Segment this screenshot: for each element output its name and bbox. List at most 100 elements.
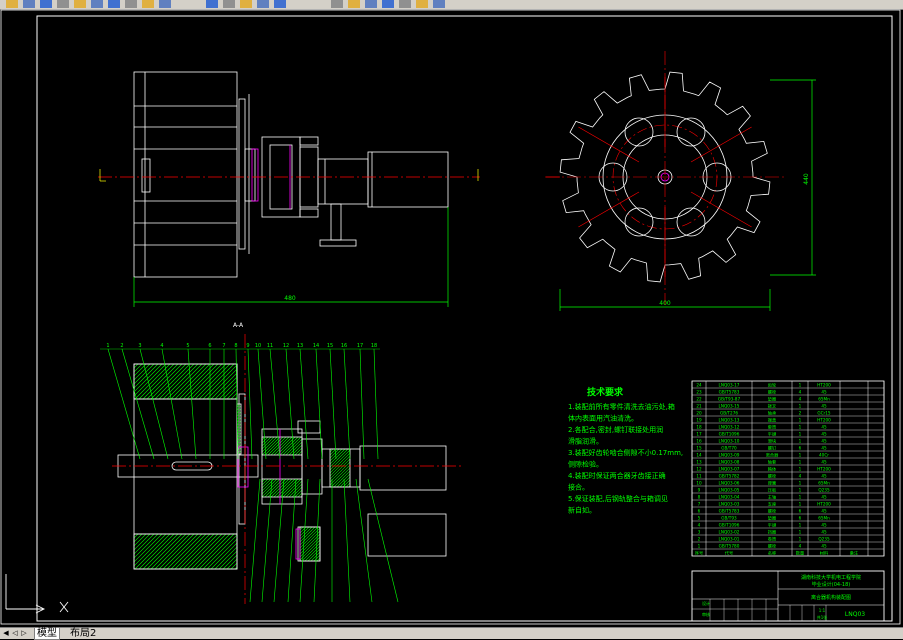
title-block: 湖南科技大学机电工程学院毕业设计(04-18) 离合器机构装配图 LNQ03 1:1共… <box>691 570 885 622</box>
tech-line: 滑脂润滑。 <box>568 437 603 446</box>
pan-icon[interactable] <box>223 0 235 8</box>
bom-cell: 滑块 <box>768 438 777 445</box>
redo-icon[interactable] <box>206 0 218 8</box>
bom-cell: 45 <box>821 523 827 528</box>
bom-cell: 45 <box>821 530 827 535</box>
bom-cell: 垫圈 <box>768 515 776 522</box>
bom-table: 24 LNQ03-17 齿轮 1 HT20023 GB/T5783 螺栓 4 4522 GB/T9… <box>691 380 885 557</box>
bom-cell: 卷筒 <box>768 536 776 543</box>
bom-cell: 1 <box>799 439 802 444</box>
leader-line <box>261 478 273 603</box>
design-center-icon[interactable] <box>348 0 360 8</box>
bom-cell: LNQ03-13 <box>719 418 740 423</box>
bom-cell: 9 <box>698 488 701 493</box>
inner-frame <box>36 15 893 622</box>
leader-line <box>161 348 183 460</box>
bom-cell: 1 <box>799 418 802 423</box>
bom-cell: 24 <box>696 383 702 388</box>
print-icon[interactable] <box>57 0 69 8</box>
sheet-set-icon[interactable] <box>382 0 394 8</box>
bom-cell: LNQ03-06 <box>719 481 740 486</box>
bom-cell: LNQ03-09 <box>719 453 740 458</box>
undo-icon[interactable] <box>159 0 171 8</box>
tab-first-icon[interactable]: ◀ <box>2 629 10 638</box>
tech-line: 4.装配时保证两合器牙齿接正确 <box>568 471 666 480</box>
bom-cell: 2 <box>698 537 701 542</box>
help-icon[interactable] <box>433 0 445 8</box>
balloon-number: 15 <box>327 343 333 349</box>
bom-cell: 4 <box>698 523 701 528</box>
drawing-canvas[interactable]: 480 400 440 A-A 1 2 3 4 5 6 7 8 9 10 11 12 13 1 <box>0 9 903 627</box>
bom-cell: LNQ03-07 <box>719 467 740 472</box>
bom-cell: 离合器 <box>766 452 779 459</box>
bom-cell: GB/T5783 <box>719 390 740 395</box>
title-project: 毕业设计(04-18) <box>812 581 850 588</box>
bom-cell: GB/T70 <box>721 446 737 451</box>
bom-cell: 箱体 <box>768 466 777 473</box>
balloon-number: 2 <box>120 343 123 349</box>
save-icon[interactable] <box>40 0 52 8</box>
bom-cell: 1 <box>799 495 802 500</box>
bom-cell: 6 <box>799 446 802 451</box>
bom-cell: 平键 <box>768 522 777 529</box>
preview-icon[interactable] <box>74 0 86 8</box>
bom-cell: 4 <box>799 397 802 402</box>
bom-cell: LNQ03-17 <box>719 383 740 388</box>
tech-title: 技术要求 <box>587 386 624 398</box>
calc-icon[interactable] <box>416 0 428 8</box>
bom-cell: 1 <box>799 404 802 409</box>
leader-line <box>343 478 351 603</box>
zoom-icon[interactable] <box>240 0 252 8</box>
front-view <box>133 71 449 278</box>
open-icon[interactable] <box>23 0 35 8</box>
tech-line: 2.各配合,密封,螺钉联接处用润 <box>568 425 663 434</box>
bom-cell: 45 <box>821 390 827 395</box>
bom-cell: 40Cr <box>819 453 829 458</box>
balloon-number: 12 <box>283 343 289 349</box>
properties-icon[interactable] <box>331 0 343 8</box>
bom-cell: 1 <box>799 530 802 535</box>
bom-cell: 14 <box>696 453 702 458</box>
zoom-window-icon[interactable] <box>257 0 269 8</box>
new-icon[interactable] <box>6 0 18 8</box>
bom-cell: 8 <box>698 495 701 500</box>
bom-cell: 1 <box>799 523 802 528</box>
tab-layout2[interactable]: 布局2 <box>68 628 98 639</box>
copy-icon[interactable] <box>108 0 120 8</box>
bom-header-cell: 序号 <box>695 550 703 557</box>
leader-line <box>139 348 169 460</box>
bom-header-cell: 备注 <box>850 550 859 557</box>
zoom-prev-icon[interactable] <box>274 0 286 8</box>
paste-icon[interactable] <box>125 0 137 8</box>
bom-cell: 齿轮 <box>768 382 777 389</box>
bom-cell: LNQ03-03 <box>719 502 740 507</box>
bom-cell: 1 <box>799 537 802 542</box>
markup-icon[interactable] <box>399 0 411 8</box>
balloon-number: 14 <box>313 343 319 349</box>
tab-next-icon[interactable]: ▷ <box>20 629 28 638</box>
leader-line <box>273 478 285 603</box>
match-icon[interactable] <box>142 0 154 8</box>
bom-header-cell: 代号 <box>725 550 733 557</box>
bom-cell: 轴承 <box>768 410 777 417</box>
bom-cell: 65Mn <box>818 516 830 521</box>
tab-prev-icon[interactable]: ◁ <box>11 629 19 638</box>
bom-cell: 2 <box>799 411 802 416</box>
gear-radial-line <box>578 126 640 163</box>
layout-tabs: ◀ ◁ ▷ 模型 布局2 <box>0 627 903 640</box>
tab-model[interactable]: 模型 <box>34 628 60 640</box>
bom-cell: 4 <box>799 544 802 549</box>
leader-line <box>329 348 337 460</box>
balloon-number: 16 <box>341 343 347 349</box>
bom-cell: 45 <box>821 544 827 549</box>
section-hatching <box>133 363 351 570</box>
cut-icon[interactable] <box>91 0 103 8</box>
section-accent <box>237 429 301 560</box>
bom-cell: 45 <box>821 474 827 479</box>
outer-frame <box>0 9 901 625</box>
bom-cell: 45 <box>821 404 827 409</box>
tool-palette-icon[interactable] <box>365 0 377 8</box>
balloon-number: 18 <box>371 343 377 349</box>
tech-line: 新自如。 <box>568 506 596 515</box>
bom-cell: 螺栓 <box>768 508 777 515</box>
